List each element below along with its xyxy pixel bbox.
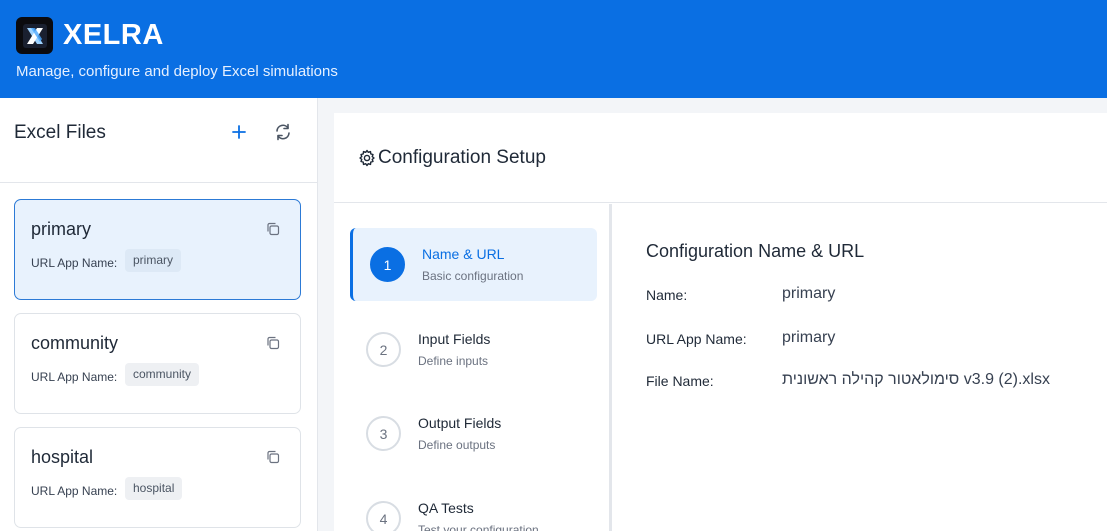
step-number: 1 <box>370 247 405 282</box>
url-app-name-chip: hospital <box>125 477 183 500</box>
file-card-community[interactable]: community URL App Name: community <box>14 313 301 414</box>
step-number: 4 <box>366 501 401 531</box>
step-title: Input Fields <box>418 331 491 347</box>
file-name: primary <box>31 219 92 239</box>
sidebar-header: Excel Files <box>0 98 317 183</box>
panel-title-text: Configuration Setup <box>378 147 546 168</box>
add-file-button[interactable] <box>227 120 251 144</box>
url-app-name-value: primary <box>782 329 836 346</box>
step-description: Test your configuration <box>418 523 539 531</box>
url-app-name-label: URL App Name: <box>646 331 747 347</box>
sidebar: Excel Files primary URL App Name: primar… <box>0 98 318 531</box>
url-app-name-label: URL App Name: <box>31 484 118 498</box>
step-description: Define inputs <box>418 354 489 368</box>
app-title: XELRA <box>63 19 164 51</box>
xelra-logo-icon <box>16 17 53 54</box>
file-name-value: סימולאטור קהילה ראשונית v3.9 (2).xlsx <box>782 371 1050 388</box>
app-subtitle: Manage, configure and deploy Excel simul… <box>16 63 338 80</box>
sidebar-title: Excel Files <box>14 122 106 143</box>
refresh-button[interactable] <box>271 120 295 144</box>
file-card-primary[interactable]: primary URL App Name: primary <box>14 199 301 300</box>
step-output-fields[interactable]: 3 Output Fields Define outputs <box>350 397 597 470</box>
step-title: Name & URL <box>422 246 505 262</box>
configuration-panel: Configuration Setup 1 Name & URL Basic c… <box>334 113 1107 531</box>
copy-icon[interactable] <box>266 222 280 236</box>
step-title: QA Tests <box>418 500 474 516</box>
step-input-fields[interactable]: 2 Input Fields Define inputs <box>350 313 597 386</box>
name-label: Name: <box>646 287 688 303</box>
step-title: Output Fields <box>418 415 502 431</box>
panel-title: Configuration Setup <box>358 147 546 169</box>
file-card-hospital[interactable]: hospital URL App Name: hospital <box>14 427 301 528</box>
panel-header: Configuration Setup <box>334 113 1107 203</box>
step-description: Basic configuration <box>422 269 524 283</box>
url-app-name-chip: community <box>125 363 200 386</box>
step-name-url[interactable]: 1 Name & URL Basic configuration <box>350 228 597 301</box>
refresh-icon <box>276 123 290 141</box>
file-name: community <box>31 333 119 353</box>
copy-icon[interactable] <box>266 450 280 464</box>
copy-icon[interactable] <box>266 336 280 350</box>
file-name-label: File Name: <box>646 373 714 389</box>
url-app-name-label: URL App Name: <box>31 256 118 270</box>
details-title: Configuration Name & URL <box>646 241 865 261</box>
step-number: 2 <box>366 332 401 367</box>
plus-icon <box>232 125 246 139</box>
app-header: XELRA Manage, configure and deploy Excel… <box>0 0 1107 98</box>
url-app-name-label: URL App Name: <box>31 370 118 384</box>
step-qa-tests[interactable]: 4 QA Tests Test your configuration <box>350 482 597 531</box>
url-app-name-chip: primary <box>125 249 182 272</box>
step-description: Define outputs <box>418 438 496 452</box>
setup-steps: 1 Name & URL Basic configuration 2 Input… <box>334 204 612 531</box>
gear-icon <box>359 149 375 167</box>
name-value: primary <box>782 285 836 302</box>
file-name: hospital <box>31 447 94 467</box>
step-number: 3 <box>366 416 401 451</box>
